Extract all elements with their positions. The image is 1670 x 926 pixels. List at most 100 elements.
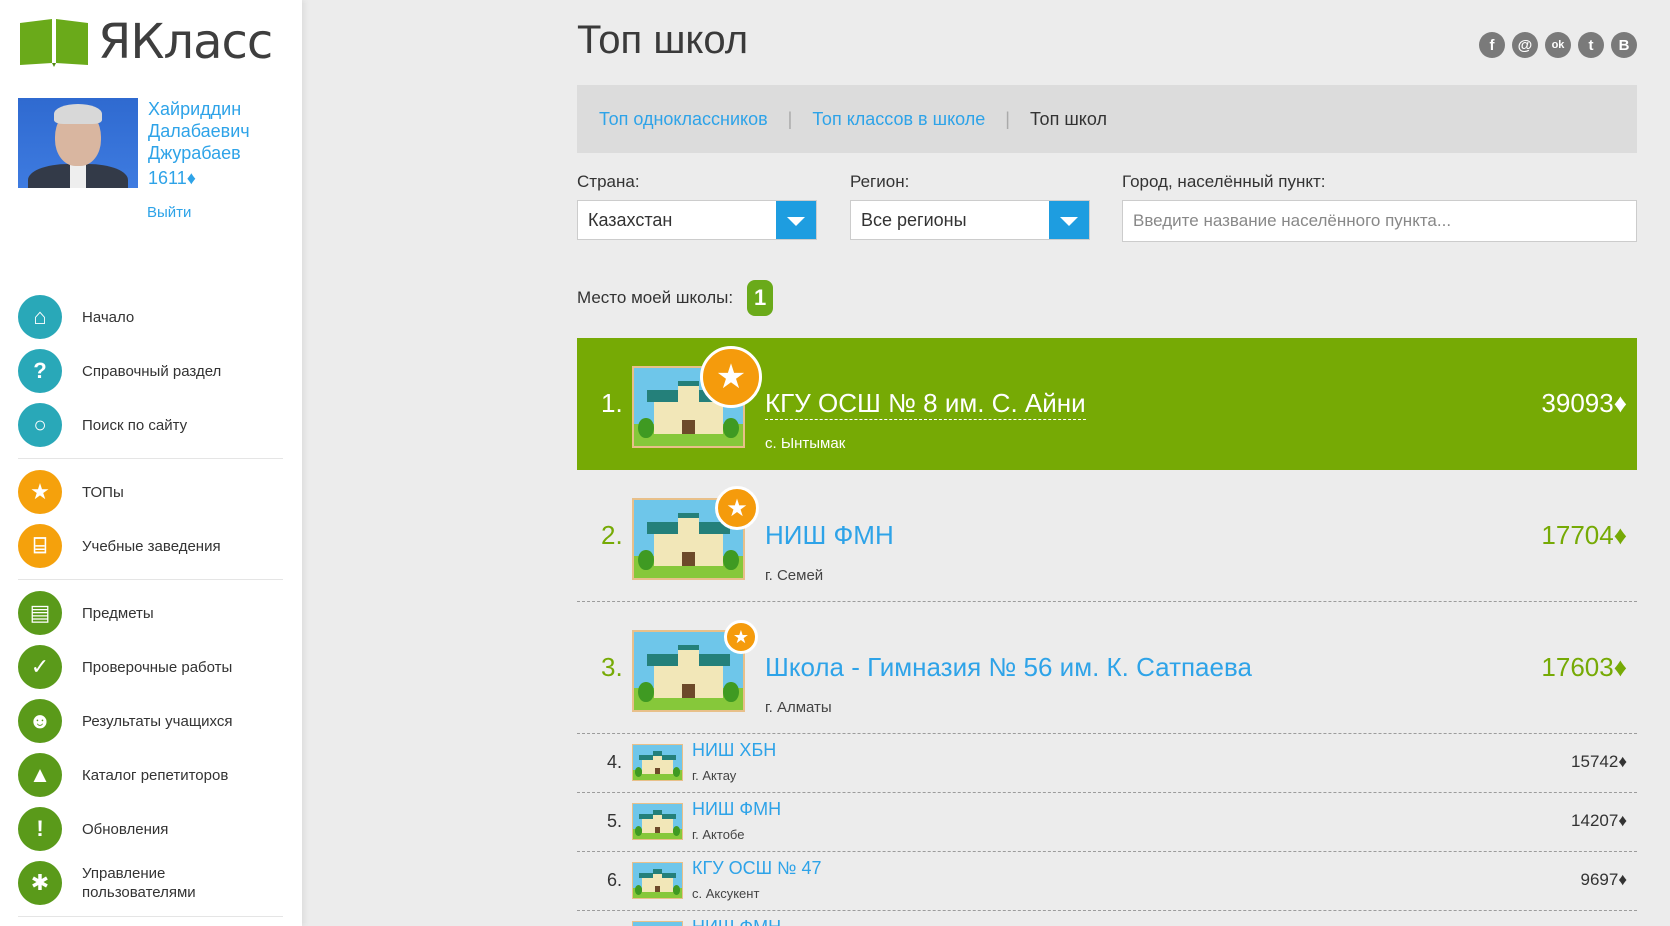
sidebar-item-subjects[interactable]: ▤ Предметы bbox=[18, 586, 283, 640]
menu-divider bbox=[18, 579, 283, 580]
school-city: г. Актобе bbox=[692, 827, 745, 842]
school-name-link[interactable]: НИШ ФМН bbox=[692, 917, 781, 926]
sidebar-item-help[interactable]: ? Справочный раздел bbox=[18, 344, 283, 398]
sidebar-item-label: Проверочные работы bbox=[82, 658, 233, 676]
ranking-row: 6. КГУ ОСШ № 47 с. Аксукент 9697♦ bbox=[577, 852, 1637, 911]
rank-number: 3. bbox=[601, 652, 623, 682]
school-score: 9697♦ bbox=[1580, 870, 1628, 889]
sidebar-item-institutions[interactable]: ⌸ Учебные заведения bbox=[18, 519, 283, 573]
rank-number: 4. bbox=[607, 752, 623, 772]
sidebar-item-label: Обновления bbox=[82, 820, 169, 838]
rank-number: 1. bbox=[601, 388, 623, 418]
chevron-down-icon[interactable] bbox=[776, 201, 816, 239]
sidebar-item-tests[interactable]: ✓ Проверочные работы bbox=[18, 640, 283, 694]
sidebar-item-label: Результаты учащихся bbox=[82, 712, 233, 730]
logo[interactable]: ЯКласс bbox=[18, 14, 273, 70]
user-management-icon: ✱ bbox=[18, 861, 62, 905]
school-score: 14207♦ bbox=[1571, 811, 1627, 830]
rank-number: 2. bbox=[601, 520, 623, 550]
school-score: 15742♦ bbox=[1571, 752, 1627, 771]
institution-icon: ⌸ bbox=[18, 524, 62, 568]
school-name-link[interactable]: Школа - Гимназия № 56 им. К. Сатпаева bbox=[765, 652, 1252, 683]
user-name[interactable]: Хайриддин Далабаевич Джурабаев bbox=[148, 98, 298, 164]
ranking-row: 1. ★ КГУ ОСШ № 8 им. С. Айни с. Ынтымак … bbox=[577, 338, 1637, 470]
rank-number: 5. bbox=[607, 811, 623, 831]
region-label: Регион: bbox=[850, 172, 910, 191]
school-city: г. Актау bbox=[692, 768, 737, 783]
logo-text: ЯКласс bbox=[98, 14, 273, 70]
question-icon: ? bbox=[18, 349, 62, 393]
school-image[interactable] bbox=[632, 862, 683, 899]
sidebar-item-results[interactable]: ☻ Результаты учащихся bbox=[18, 694, 283, 748]
sidebar: ЯКласс Хайриддин Далабаевич Джурабаев 16… bbox=[0, 0, 302, 926]
tab-separator: | bbox=[1005, 108, 1010, 129]
user-points: 1611♦ bbox=[148, 168, 196, 188]
menu-divider bbox=[18, 458, 283, 459]
vkontakte-icon[interactable]: B bbox=[1611, 32, 1637, 58]
school-name-link[interactable]: НИШ ХБН bbox=[692, 740, 776, 761]
sidebar-item-user-management[interactable]: ✱ Управление пользователями bbox=[18, 856, 283, 910]
school-image[interactable] bbox=[632, 921, 683, 926]
sidebar-item-label: Поиск по сайту bbox=[82, 416, 188, 434]
city-input[interactable] bbox=[1122, 200, 1637, 242]
star-icon: ★ bbox=[700, 346, 762, 408]
sidebar-item-label: Учебные заведения bbox=[82, 537, 221, 555]
school-city: с. Ынтымак bbox=[765, 435, 846, 452]
country-select-value: Казахстан bbox=[588, 209, 673, 230]
school-ranking: 1. ★ КГУ ОСШ № 8 им. С. Айни с. Ынтымак … bbox=[577, 338, 1637, 926]
sidebar-item-label: Управление пользователями bbox=[82, 865, 196, 901]
avatar[interactable] bbox=[18, 98, 138, 188]
school-image[interactable] bbox=[632, 744, 683, 781]
school-name-link[interactable]: НИШ ФМН bbox=[692, 799, 781, 820]
sidebar-item-tutors[interactable]: ▲ Каталог репетиторов bbox=[18, 748, 283, 802]
sidebar-item-label: Каталог репетиторов bbox=[82, 766, 229, 784]
my-school-place: Место моей школы: 1 bbox=[577, 280, 774, 316]
chevron-down-icon[interactable] bbox=[1049, 201, 1089, 239]
graduation-cap-icon: ▲ bbox=[18, 753, 62, 797]
ranking-row: 2. ★ НИШ ФМН г. Семей 17704♦ bbox=[577, 470, 1637, 602]
star-icon: ★ bbox=[18, 470, 62, 514]
tab-top-classes[interactable]: Топ классов в школе bbox=[812, 109, 985, 130]
odnoklassniki-icon[interactable]: ok bbox=[1545, 32, 1571, 58]
school-city: г. Алматы bbox=[765, 699, 832, 716]
city-label: Город, населённый пункт: bbox=[1122, 172, 1326, 191]
sidebar-item-home[interactable]: ⌂ Начало bbox=[18, 290, 283, 344]
sidebar-item-tops[interactable]: ★ ТОПы bbox=[18, 465, 283, 519]
tab-top-classmates[interactable]: Топ одноклассников bbox=[599, 109, 768, 130]
school-score: 17704♦ bbox=[1541, 520, 1627, 550]
tab-separator: | bbox=[787, 108, 793, 129]
ranking-row: 4. НИШ ХБН г. Актау 15742♦ bbox=[577, 734, 1637, 793]
star-icon: ★ bbox=[724, 620, 758, 654]
sidebar-item-label: Предметы bbox=[82, 604, 154, 622]
mail-icon[interactable]: @ bbox=[1512, 32, 1538, 58]
ranking-row: 5. НИШ ФМН г. Актобе 14207♦ bbox=[577, 793, 1637, 852]
sidebar-menu: ⌂ Начало ? Справочный раздел ○ Поиск по … bbox=[18, 290, 283, 923]
sidebar-item-updates[interactable]: ! Обновления bbox=[18, 802, 283, 856]
school-score: 17603♦ bbox=[1541, 652, 1627, 682]
rank-number: 6. bbox=[607, 870, 623, 890]
twitter-icon[interactable]: t bbox=[1578, 32, 1604, 58]
logout-link[interactable]: Выйти bbox=[147, 204, 191, 221]
school-image[interactable] bbox=[632, 803, 683, 840]
region-select[interactable]: Все регионы bbox=[850, 200, 1090, 240]
my-place-badge: 1 bbox=[747, 280, 774, 316]
check-icon: ✓ bbox=[18, 645, 62, 689]
region-select-value: Все регионы bbox=[861, 209, 967, 230]
country-label: Страна: bbox=[577, 172, 640, 191]
sidebar-item-label: ТОПы bbox=[82, 483, 124, 501]
page-title: Топ школ bbox=[577, 18, 749, 62]
book-icon: ▤ bbox=[18, 591, 62, 635]
social-share: f @ ok t B bbox=[1479, 32, 1637, 58]
school-name-link[interactable]: НИШ ФМН bbox=[765, 520, 894, 551]
facebook-icon[interactable]: f bbox=[1479, 32, 1505, 58]
country-select[interactable]: Казахстан bbox=[577, 200, 817, 240]
school-name-link[interactable]: КГУ ОСШ № 8 им. С. Айни bbox=[765, 388, 1086, 420]
sidebar-item-search[interactable]: ○ Поиск по сайту bbox=[18, 398, 283, 452]
star-icon: ★ bbox=[715, 486, 759, 530]
home-icon: ⌂ bbox=[18, 295, 62, 339]
school-city: г. Семей bbox=[765, 567, 824, 584]
menu-divider bbox=[18, 916, 283, 917]
ranking-row: 3. ★ Школа - Гимназия № 56 им. К. Сатпае… bbox=[577, 602, 1637, 734]
school-name-link[interactable]: КГУ ОСШ № 47 bbox=[692, 858, 822, 879]
exclamation-icon: ! bbox=[18, 807, 62, 851]
